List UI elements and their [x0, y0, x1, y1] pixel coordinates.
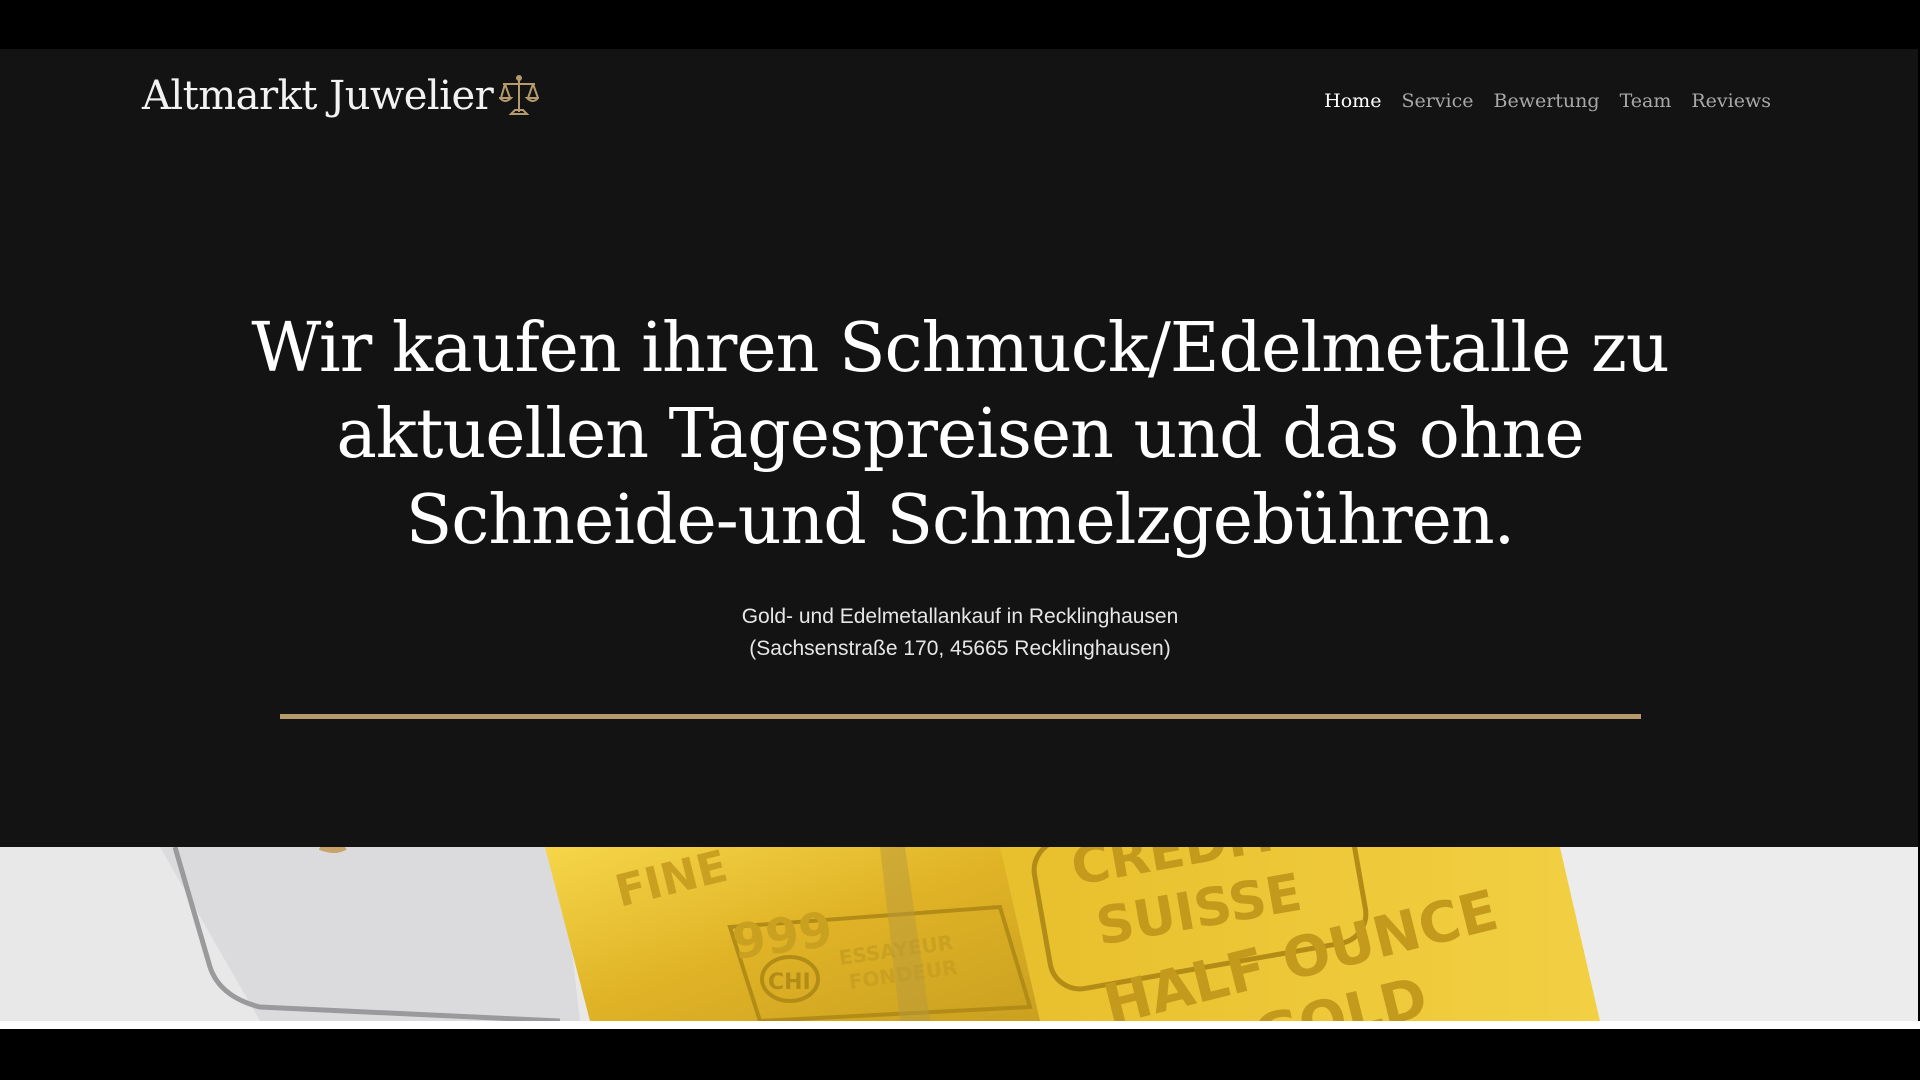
brand-logo[interactable]: Altmarkt Juwelier — [142, 72, 541, 120]
svg-text:CHI: CHI — [768, 970, 811, 995]
scales-icon — [498, 74, 541, 118]
hero-title-line-2: aktuellen Tagespreisen und das ohne — [336, 395, 1584, 474]
nav-item-team[interactable]: Team — [1620, 86, 1672, 116]
nav-item-reviews[interactable]: Reviews — [1691, 86, 1771, 116]
hero-title-line-1: Wir kaufen ihren Schmuck/Edelmetalle zu — [251, 309, 1669, 388]
nav-item-home[interactable]: Home — [1324, 86, 1381, 116]
main-navigation: Home Service Bewertung Team Reviews — [1324, 86, 1771, 116]
nav-item-bewertung[interactable]: Bewertung — [1494, 86, 1600, 116]
hero-subtitle-line-1: Gold- und Edelmetallankauf in Recklingha… — [741, 605, 1179, 628]
hero-title: Wir kaufen ihren Schmuck/Edelmetalle zu … — [200, 306, 1720, 564]
bottom-letterbox-bar — [0, 1029, 1920, 1080]
hero-subtitle: Gold- und Edelmetallankauf in Recklingha… — [560, 601, 1360, 665]
gold-bars-image: FINE 999 ESSAYEUR FONDEUR CHI CREDIT SUI… — [0, 847, 1918, 1021]
gold-divider — [280, 714, 1641, 719]
brand-name: Altmarkt Juwelier — [142, 73, 494, 119]
hero-title-line-3: Schneide-und Schmelzgebühren. — [405, 481, 1516, 560]
top-letterbox-bar — [0, 0, 1920, 49]
hero-subtitle-line-2: (Sachsenstraße 170, 45665 Recklinghausen… — [749, 637, 1171, 660]
nav-item-service[interactable]: Service — [1401, 86, 1473, 116]
white-strip — [0, 1021, 1920, 1029]
